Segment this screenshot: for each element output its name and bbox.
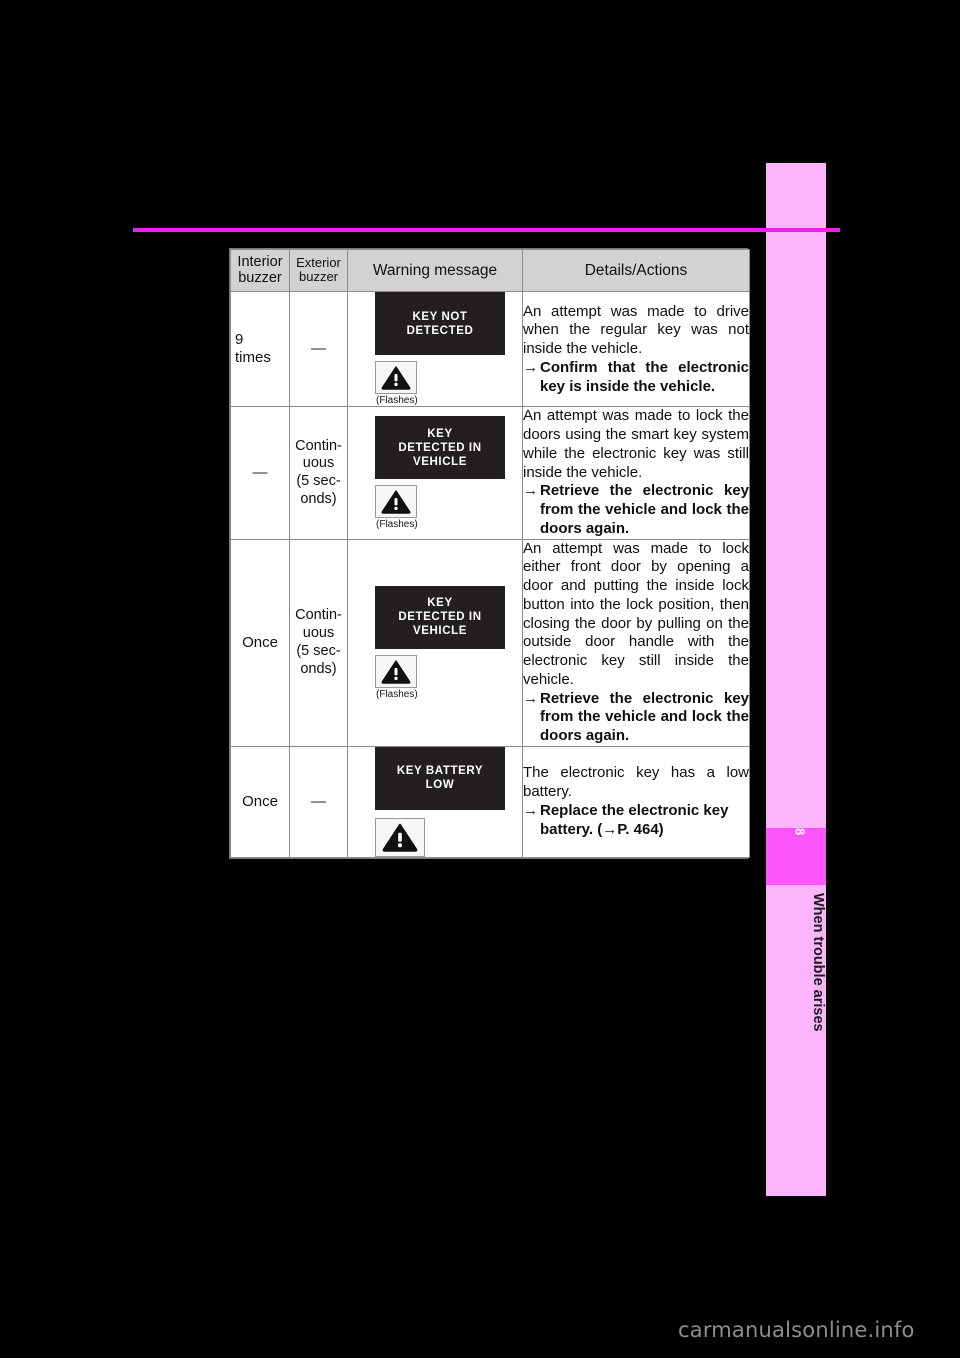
exterior-buzzer-line1: Contin- (295, 607, 342, 624)
action-text: Retrieve the electronic key from the veh… (540, 689, 749, 745)
exterior-buzzer-line3: (5 sec- (296, 473, 341, 490)
action-row: → Replace the electronic key battery. (→… (523, 802, 749, 840)
exterior-buzzer-line2: uous (302, 455, 335, 472)
action-text: Retrieve the electronic key from the veh… (540, 482, 749, 537)
table-header: Interior buzzer Exterior buzzer Warning … (230, 248, 750, 293)
chapter-number-block: 8 (766, 828, 826, 885)
warning-display-text: KEY DETECTED IN VEHICLE (398, 597, 482, 638)
table-row: Once — KEY BATTERY LOW The electronic ke… (230, 745, 750, 858)
exterior-buzzer-line4: onds) (300, 490, 337, 507)
cell-exterior-buzzer: — (289, 745, 348, 858)
chapter-title: When trouble arises (810, 893, 826, 1032)
column-header-interior-buzzer-line1: Interior (237, 254, 283, 270)
action-row: → Retrieve the electronic key from the v… (523, 690, 749, 746)
site-watermark: carmanualsonline.info (678, 1318, 915, 1342)
action-row: → Retrieve the electronic key from the v… (523, 482, 749, 538)
details-text: An attempt was made to lock either front… (523, 539, 749, 688)
table-body: 9 times — KEY NOT DETECTED (Flashes) An … (230, 291, 750, 858)
column-header-exterior-buzzer: Exterior buzzer (289, 248, 348, 293)
table-row: Once Contin- uous (5 sec- onds) KEY DETE… (230, 538, 750, 747)
cell-exterior-buzzer: — (289, 291, 348, 408)
details-text: An attempt was made to drive when the re… (523, 302, 749, 358)
chapter-number: 8 (792, 828, 808, 836)
cell-interior-buzzer: 9 times (230, 291, 290, 408)
cell-exterior-buzzer: Contin- uous (5 sec- onds) (289, 406, 348, 540)
warning-display-text: KEY DETECTED IN VEHICLE (398, 427, 482, 468)
warning-display-screen: KEY DETECTED IN VEHICLE (375, 416, 505, 480)
warning-triangle-icon (375, 485, 417, 519)
details-text: The electronic key has a low battery. (523, 764, 749, 801)
chapter-sidebar: 8 When trouble arises (766, 163, 826, 1196)
icon-caption: (Flashes) (376, 519, 418, 531)
warning-messages-table-container: Interior buzzer Exterior buzzer Warning … (229, 248, 750, 859)
exterior-buzzer-line1: Contin- (295, 437, 342, 454)
warning-triangle-icon (375, 817, 425, 857)
details-text: An attempt was made to lock the doors us… (523, 407, 749, 481)
interior-buzzer-value-line2: times (235, 349, 271, 367)
cell-warning-message: KEY DETECTED IN VEHICLE (Flashes) (347, 406, 523, 540)
cell-warning-message: KEY NOT DETECTED (Flashes) (347, 291, 523, 408)
column-header-interior-buzzer-line2: buzzer (238, 270, 282, 287)
cell-details-actions: An attempt was made to lock either front… (522, 538, 750, 747)
warning-triangle-icon (375, 361, 417, 395)
action-arrow-icon: → (523, 689, 538, 707)
icon-caption: (Flashes) (376, 395, 418, 407)
action-text: Confirm that the electronic key is insid… (540, 358, 749, 395)
action-row: → Confirm that the electronic key is ins… (523, 359, 749, 397)
exterior-buzzer-line4: onds) (300, 660, 337, 677)
column-header-exterior-buzzer-line1: Exterior (296, 254, 341, 270)
warning-messages-table: Interior buzzer Exterior buzzer Warning … (230, 248, 750, 858)
table-row: 9 times — KEY NOT DETECTED (Flashes) An … (230, 291, 750, 408)
action-arrow-icon: → (523, 482, 538, 500)
table-row: — Contin- uous (5 sec- onds) KEY DETECTE… (230, 406, 750, 540)
column-header-exterior-buzzer-line2: buzzer (298, 269, 339, 285)
cell-interior-buzzer: Once (230, 745, 290, 858)
table-header-row: Interior buzzer Exterior buzzer Warning … (230, 248, 750, 293)
warning-display-screen: KEY NOT DETECTED (375, 292, 505, 356)
action-text: Replace the electronic key battery. (→P.… (540, 801, 729, 838)
warning-display-screen: KEY BATTERY LOW (375, 746, 505, 810)
warning-display-text: KEY BATTERY LOW (396, 765, 484, 792)
interior-buzzer-value-line1: 9 (235, 331, 244, 349)
header-rule (133, 228, 840, 232)
column-header-interior-buzzer: Interior buzzer (230, 248, 290, 293)
column-header-details-actions: Details/Actions (522, 248, 750, 293)
warning-display-screen: KEY DETECTED IN VEHICLE (375, 585, 505, 649)
cell-interior-buzzer: Once (230, 538, 290, 747)
action-arrow-icon: → (523, 801, 538, 819)
warning-triangle-icon (375, 654, 417, 688)
column-header-warning-message: Warning message (347, 248, 523, 293)
manual-page: 8 When trouble arises Interior buzzer Ex… (0, 0, 960, 1358)
cell-interior-buzzer: — (230, 406, 290, 540)
cell-details-actions: An attempt was made to drive when the re… (522, 291, 750, 408)
warning-display-text: KEY NOT DETECTED (406, 310, 474, 337)
action-arrow-icon: → (523, 358, 538, 376)
exterior-buzzer-line3: (5 sec- (296, 642, 341, 659)
cell-details-actions: The electronic key has a low battery. → … (522, 745, 750, 858)
cell-details-actions: An attempt was made to lock the doors us… (522, 406, 750, 540)
cell-warning-message: KEY DETECTED IN VEHICLE (Flashes) (347, 538, 523, 747)
cell-exterior-buzzer: Contin- uous (5 sec- onds) (289, 538, 348, 747)
exterior-buzzer-line2: uous (302, 625, 335, 642)
icon-caption: (Flashes) (376, 688, 418, 700)
cell-warning-message: KEY BATTERY LOW (347, 745, 523, 858)
